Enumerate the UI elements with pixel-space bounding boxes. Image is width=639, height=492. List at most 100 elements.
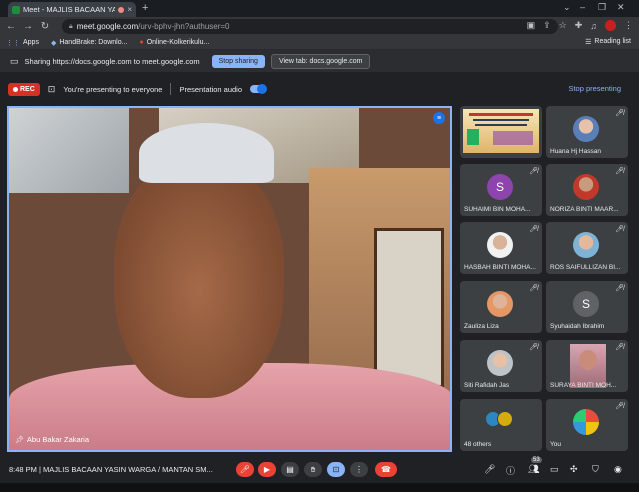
account-icon[interactable]: ◉ <box>614 464 622 475</box>
stop-presenting-button[interactable]: Stop presenting <box>568 84 621 93</box>
stop-sharing-button[interactable]: Stop sharing <box>211 54 265 68</box>
reading-list-label: Reading list <box>594 38 631 45</box>
avatar <box>573 174 599 200</box>
participant-name: ROS SAIFULLIZAN BI... <box>550 264 621 271</box>
media-control-icon[interactable]: ♫ <box>590 21 597 31</box>
meeting-info-icon[interactable]: ⓘ <box>506 464 515 477</box>
background-window <box>374 228 444 388</box>
recording-indicator-icon <box>118 6 125 13</box>
reload-icon[interactable]: ↻ <box>40 21 50 32</box>
mic-off-icon: 🎤︎̸ <box>615 344 624 351</box>
more-vert-icon: ⋮ <box>355 465 363 474</box>
mic-off-icon: 🎤︎̸ <box>615 403 624 410</box>
participant-tile[interactable]: 🎤︎̸ ROS SAIFULLIZAN BI... <box>546 222 628 274</box>
mic-off-icon: 🎤︎ <box>239 465 251 474</box>
avatar: S <box>487 174 513 200</box>
present-screen-icon: ⊡ <box>47 83 56 94</box>
avatar <box>497 411 513 427</box>
apps-grid-icon: ⋮⋮ <box>6 39 20 47</box>
participant-tile[interactable]: 🎤︎̸ S SUHAIMI BIN MOHA... <box>460 164 542 216</box>
bookmark-handbrake[interactable]: ◆ HandBrake: Downlo... <box>51 39 127 47</box>
presentation-audio-toggle[interactable] <box>250 84 268 94</box>
presenting-bar: REC ⊡ You're presenting to everyone Pres… <box>0 79 639 99</box>
divider <box>170 83 172 95</box>
present-icon: ⊡ <box>332 465 340 474</box>
wall-calligraphy <box>9 108 129 193</box>
pin-icon[interactable]: 📌︎ <box>15 436 24 444</box>
participant-tile-presentation[interactable] <box>460 106 542 158</box>
participant-name: Huana Hj Hassan <box>550 148 601 155</box>
os-taskbar <box>0 483 639 492</box>
back-arrow-icon[interactable]: ← <box>6 21 16 32</box>
sharing-info-bar: ▭ Sharing https://docs.google.com to mee… <box>0 50 639 72</box>
tab-title: Meet - MAJLIS BACAAN YA <box>23 5 116 14</box>
people-icon[interactable]: 👥︎ <box>528 464 539 475</box>
more-options-button[interactable]: ⋮ <box>350 462 368 477</box>
new-tab-button[interactable]: + <box>142 2 148 14</box>
raise-hand-button[interactable]: ✋︎ <box>304 462 322 477</box>
maximize-button[interactable]: ❐ <box>598 2 606 13</box>
extensions-puzzle-icon[interactable]: ✚ <box>575 20 583 31</box>
recording-badge[interactable]: REC <box>8 82 40 96</box>
host-mute-icon[interactable]: 🎤︎ <box>484 464 495 475</box>
avatar <box>487 232 513 258</box>
chat-icon[interactable]: ▭ <box>550 464 559 475</box>
hand-icon: ✋︎ <box>310 464 316 474</box>
speaker-cap <box>139 123 274 183</box>
browser-tab-meet[interactable]: Meet - MAJLIS BACAAN YA × <box>8 2 136 17</box>
participant-tile[interactable]: 🎤︎̸ S Syuhaidah Ibrahim <box>546 281 628 333</box>
participant-name: NORIZA BINTI MAAR... <box>550 206 619 213</box>
lock-icon: 🔒︎ <box>69 22 73 30</box>
tab-search-icon[interactable]: ⌄ <box>563 2 571 13</box>
camera-in-use-icon[interactable]: ▣ <box>527 20 536 31</box>
present-now-button[interactable]: ⊡ <box>327 462 345 477</box>
participant-tile-self[interactable]: 🎤︎̸ You <box>546 399 628 451</box>
bookmarks-bar: ⋮⋮ Apps ◆ HandBrake: Downlo... ● Online-Kol… <box>0 36 639 50</box>
presentation-audio-label: Presentation audio <box>179 84 243 94</box>
host-controls-icon[interactable]: ⛉ <box>592 464 599 475</box>
mic-off-icon: 🎤︎̸ <box>615 285 624 292</box>
bookmark-star-icon[interactable]: ☆ <box>559 20 567 31</box>
bookmark-online[interactable]: ● Online-Kolkerikulu... <box>139 39 209 46</box>
participant-tile[interactable]: 🎤︎̸ SURAYA BINTI MOH... <box>546 340 628 392</box>
participant-name: Siti Rafidah Jas <box>464 382 510 389</box>
participant-tile[interactable]: 🎤︎̸ HASBAH BINTI MOHA... <box>460 222 542 274</box>
reading-list-icon: ☰ <box>585 39 592 46</box>
view-tab-button[interactable]: View tab: docs.google.com <box>270 53 371 69</box>
address-bar[interactable]: 🔒︎ meet.google.com/urv-bphv-jhn?authuser… <box>62 19 558 34</box>
forward-arrow-icon[interactable]: → <box>23 21 33 32</box>
screen-share-icon: ▭ <box>10 55 19 66</box>
handbrake-icon: ◆ <box>50 39 57 47</box>
mic-off-icon: 🎤︎̸ <box>529 285 538 292</box>
record-dot-icon <box>13 86 18 92</box>
others-avatars <box>485 411 513 427</box>
main-speaker-video[interactable]: ≡ 📌︎ Abu Bakar Zakaria <box>7 106 452 452</box>
activities-icon[interactable]: ✣ <box>570 464 578 475</box>
participant-name: You <box>550 441 561 448</box>
mic-off-icon: 🎤︎̸ <box>529 168 538 175</box>
url-path: /urv-bphv-jhn?authuser=0 <box>138 22 230 31</box>
participant-tile[interactable]: 🎤︎̸ Huana Hj Hassan <box>546 106 628 158</box>
bookmark-apps[interactable]: ⋮⋮ Apps <box>6 39 39 47</box>
menu-kebab-icon[interactable]: ⋮ <box>624 20 633 31</box>
participant-name: SUHAIMI BIN MOHA... <box>464 206 531 213</box>
participant-tile[interactable]: 🎤︎̸ Zauliza Liza <box>460 281 542 333</box>
participant-tile[interactable]: 🎤︎̸ NORIZA BINTI MAAR... <box>546 164 628 216</box>
browser-tab-strip: Meet - MAJLIS BACAAN YA × + ⌄ – ❐ ✕ <box>0 0 639 17</box>
mic-toggle-button[interactable]: 🎤︎ <box>236 462 254 477</box>
share-icon[interactable]: ⇪ <box>543 20 551 31</box>
bookmark-label: Apps <box>23 39 39 46</box>
participant-tile[interactable]: 🎤︎̸ Siti Rafidah Jas <box>460 340 542 392</box>
participant-tile-others[interactable]: 48 others <box>460 399 542 451</box>
camera-toggle-button[interactable]: ▶ <box>258 462 276 477</box>
profile-avatar[interactable] <box>605 20 616 31</box>
mic-off-icon: 🎤︎̸ <box>615 110 624 117</box>
reading-list-button[interactable]: ☰ Reading list <box>585 38 631 46</box>
camera-off-icon: ▶ <box>263 465 271 474</box>
captions-button[interactable]: ▤ <box>281 462 299 477</box>
participant-name: Syuhaidah Ibrahim <box>550 323 605 330</box>
tab-close-icon[interactable]: × <box>127 5 132 14</box>
minimize-button[interactable]: – <box>580 2 585 12</box>
close-window-button[interactable]: ✕ <box>617 2 625 13</box>
leave-call-button[interactable]: ☎ <box>375 462 397 477</box>
